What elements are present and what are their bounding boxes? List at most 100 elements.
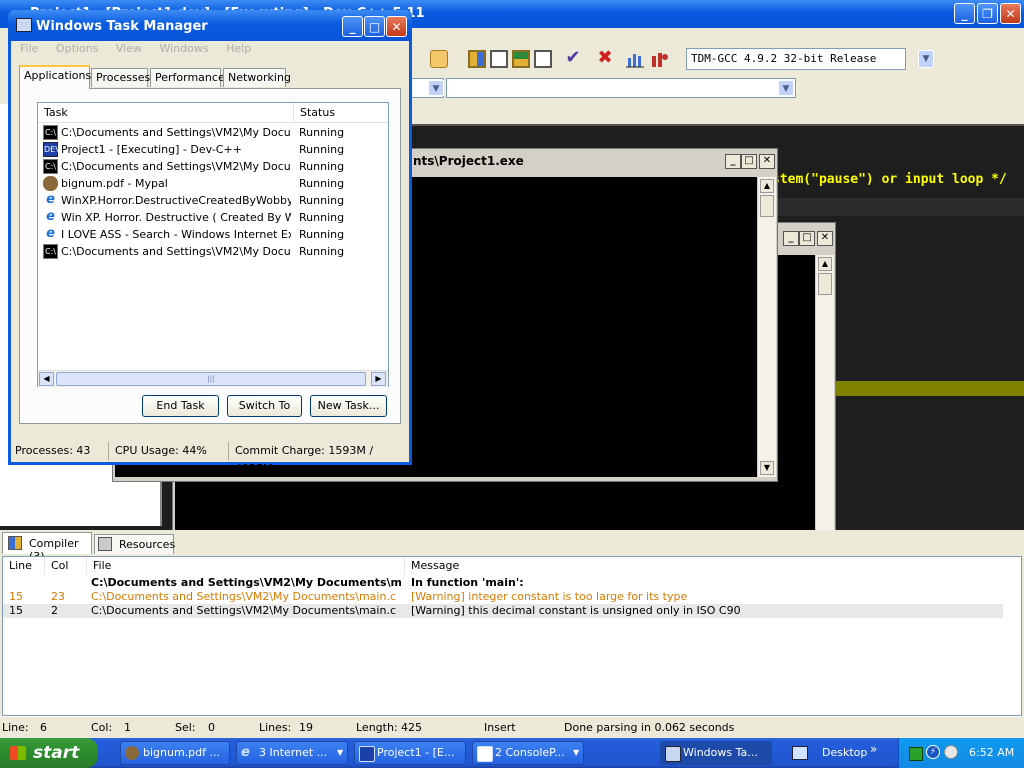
desktop-toolbar[interactable]: Desktop » xyxy=(792,742,896,763)
compiler-messages-table[interactable]: Line Col File Message C:\Documents and S… xyxy=(2,556,1022,716)
taskbar-label: bignum.pdf ... xyxy=(143,746,220,759)
menu-help[interactable]: Help xyxy=(226,42,251,55)
maximize-button[interactable]: □ xyxy=(364,16,385,37)
taskbar-button-devcpp[interactable]: Project1 - [E... xyxy=(354,741,466,765)
task-row[interactable]: DEV Project1 - [Executing] - Dev-C++ Run… xyxy=(41,141,387,158)
task-row[interactable]: e WinXP.Horror.DestructiveCreatedByWobby… xyxy=(41,192,387,209)
new-task-button[interactable]: New Task... xyxy=(310,395,387,417)
task-name: C:\Documents and Settings\VM2\My Docume.… xyxy=(61,126,291,139)
close-button[interactable]: ✕ xyxy=(759,154,775,169)
task-manager-menubar: File Options View Windows Help xyxy=(20,42,265,55)
maximize-button[interactable]: □ xyxy=(741,154,757,169)
cell-line: 15 xyxy=(9,590,23,603)
task-row[interactable]: C:\ C:\Documents and Settings\VM2\My Doc… xyxy=(41,158,387,175)
profile-icon[interactable] xyxy=(650,50,668,68)
task-status: Running xyxy=(299,160,345,173)
task-row[interactable]: C:\ C:\Documents and Settings\VM2\My Doc… xyxy=(41,243,387,260)
table-row[interactable]: C:\Documents and Settings\VM2\My Documen… xyxy=(3,576,1003,590)
devcpp-toolbar: ✔ ✖ TDM-GCC 4.9.2 32-bit Release ▼ ▼ ▼ xyxy=(410,44,1024,102)
task-name: Project1 - [Executing] - Dev-C++ xyxy=(61,143,242,156)
chevron-right-icon[interactable]: » xyxy=(870,739,877,759)
maximize-button[interactable]: □ xyxy=(799,231,815,246)
minimize-button[interactable]: _ xyxy=(342,16,363,37)
close-button[interactable]: ✕ xyxy=(386,16,407,37)
scroll-thumb[interactable] xyxy=(818,273,832,295)
sel-value: 0 xyxy=(208,721,215,734)
close-button[interactable]: ✕ xyxy=(1000,3,1021,24)
task-row[interactable]: e I LOVE ASS - Search - Windows Internet… xyxy=(41,226,387,243)
compile-icon[interactable] xyxy=(512,50,530,68)
tab-compiler[interactable]: Compiler (3) xyxy=(2,532,92,563)
scroll-up-icon[interactable]: ▲ xyxy=(818,257,832,271)
minimize-button[interactable]: _ xyxy=(954,3,975,24)
task-row[interactable]: bignum.pdf - Mypal Running xyxy=(41,175,387,192)
scroll-up-icon[interactable]: ▲ xyxy=(760,179,774,193)
cell-message: In function 'main': xyxy=(411,576,524,589)
minimize-button[interactable]: _ xyxy=(783,231,799,246)
menu-windows[interactable]: Windows xyxy=(159,42,208,55)
task-list[interactable]: Task Status C:\ C:\Documents and Setting… xyxy=(37,102,389,387)
scroll-down-icon[interactable]: ▼ xyxy=(760,461,774,475)
col-label: Col: xyxy=(91,721,113,734)
table-row[interactable]: 15 2 C:\Documents and Settings\VM2\My Do… xyxy=(3,604,1003,618)
menu-file[interactable]: File xyxy=(20,42,38,55)
tab-performance[interactable]: Performance xyxy=(150,68,225,87)
column-header-line[interactable]: Line xyxy=(3,557,45,574)
restore-button[interactable]: ❐ xyxy=(977,3,998,24)
column-header-col[interactable]: Col xyxy=(45,557,87,574)
run-icon[interactable] xyxy=(534,50,552,68)
menu-options[interactable]: Options xyxy=(56,42,98,55)
task-manager-titlebar[interactable]: Windows Task Manager _ □ ✕ xyxy=(8,10,412,41)
scroll-right-icon[interactable]: ▶ xyxy=(371,372,386,386)
taskbar-label: 2 ConsoleP... xyxy=(495,746,565,759)
cell-file: C:\Documents and Settings\VM2\My Documen… xyxy=(91,576,401,589)
table-row[interactable]: 15 23 C:\Documents and Settings\VM2\My D… xyxy=(3,590,1003,604)
scroll-thumb[interactable]: ||| xyxy=(56,372,366,386)
compiler-select[interactable]: TDM-GCC 4.9.2 32-bit Release xyxy=(686,48,906,70)
window-icon[interactable] xyxy=(490,50,508,68)
power-icon[interactable]: ⚡ xyxy=(926,745,940,759)
taskbar-button-taskmanager[interactable]: Windows Ta... xyxy=(660,741,772,765)
tab-processes[interactable]: Processes xyxy=(91,68,150,87)
minimize-button[interactable]: _ xyxy=(725,154,741,169)
chevron-down-icon[interactable]: ▼ xyxy=(428,80,444,96)
processes-count: Processes: 43 xyxy=(11,442,109,460)
switch-to-button[interactable]: Switch To xyxy=(227,395,302,417)
stop-icon[interactable]: ✖ xyxy=(596,49,614,67)
tab-resources[interactable]: Resources xyxy=(94,534,175,554)
console-scrollbar-1[interactable]: ▲ ▼ xyxy=(757,177,776,477)
column-header-file[interactable]: File xyxy=(87,557,405,574)
chart-icon[interactable] xyxy=(626,50,644,68)
start-button[interactable]: start xyxy=(0,738,98,768)
bookmark-icon[interactable] xyxy=(430,50,448,68)
chevron-down-icon[interactable]: ▼ xyxy=(778,80,794,96)
network-icon[interactable] xyxy=(909,747,923,761)
taskbar-button-console[interactable]: 2 ConsoleP... ▼ xyxy=(472,741,584,765)
clock[interactable]: 6:52 AM xyxy=(969,738,1014,768)
taskbar-button-mypal[interactable]: bignum.pdf ... xyxy=(120,741,230,765)
menu-view[interactable]: View xyxy=(116,42,142,55)
lines-value: 19 xyxy=(299,721,313,734)
task-list-hscrollbar[interactable]: ◀ ||| ▶ xyxy=(38,370,388,387)
tab-applications[interactable]: Applications xyxy=(19,65,91,89)
console-scrollbar-2[interactable]: ▲ ▼ xyxy=(815,255,834,553)
taskbar-button-ie[interactable]: e 3 Internet ... ▼ xyxy=(236,741,348,765)
ie-icon: e xyxy=(241,745,250,760)
column-header-task[interactable]: Task xyxy=(38,103,294,123)
column-header-message[interactable]: Message xyxy=(405,557,1005,574)
scroll-thumb[interactable] xyxy=(760,195,774,217)
column-header-status[interactable]: Status xyxy=(294,103,388,123)
scroll-left-icon[interactable]: ◀ xyxy=(39,372,54,386)
speaker-icon[interactable] xyxy=(944,745,958,759)
cell-col: 2 xyxy=(51,604,58,617)
end-task-button[interactable]: End Task xyxy=(142,395,219,417)
task-row[interactable]: e Win XP. Horror. Destructive ( Created … xyxy=(41,209,387,226)
task-row[interactable]: C:\ C:\Documents and Settings\VM2\My Doc… xyxy=(41,124,387,141)
check-syntax-icon[interactable]: ✔ xyxy=(564,49,582,67)
console-icon: C:\ xyxy=(43,125,58,140)
close-button[interactable]: ✕ xyxy=(817,231,833,246)
layout-grid-icon[interactable] xyxy=(468,50,486,68)
chevron-down-icon[interactable]: ▼ xyxy=(918,50,934,68)
tab-networking[interactable]: Networking xyxy=(223,68,291,87)
function-select[interactable] xyxy=(446,78,796,98)
